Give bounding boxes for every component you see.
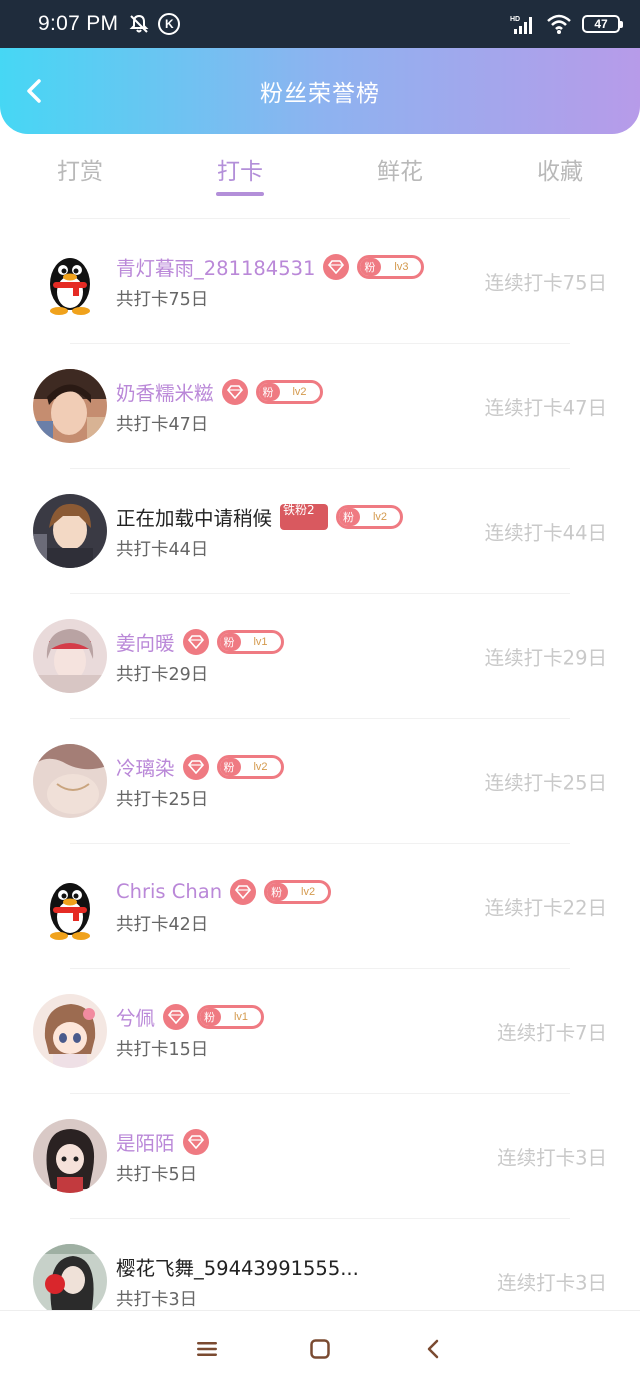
user-name[interactable]: 青灯暮雨_281184531 [116,252,315,281]
list-item[interactable]: 是陌陌 共打卡5日 连续打卡3日 [0,1094,640,1218]
total-checkin: 共打卡15日 [116,1039,209,1060]
fan-label: 粉 [339,507,361,526]
back-nav-button[interactable] [413,1329,453,1369]
diamond-icon [323,253,350,280]
menu-icon [196,1342,217,1356]
square-home-icon [310,1339,330,1359]
bell-muted-icon [128,13,150,35]
k-app-icon: K [158,13,181,35]
avatar[interactable] [33,369,107,443]
fan-level-badge: 粉 lv2 [264,879,332,904]
avatar[interactable] [33,869,107,943]
total-checkin: 共打卡5日 [116,1164,198,1185]
diamond-icon [230,878,257,905]
total-checkin: 共打卡3日 [116,1289,198,1310]
streak-count: 连续打卡25日 [484,771,607,795]
streak-count: 连续打卡7日 [497,1021,607,1045]
avatar[interactable] [33,1244,107,1318]
fan-level-badge: 粉 lv2 [216,754,284,779]
menu-button[interactable] [187,1329,227,1369]
fan-label: 粉 [219,757,241,776]
user-name[interactable]: Chris Chan [116,880,222,903]
fan-label: 粉 [258,382,280,401]
avatar[interactable] [33,494,107,568]
list-item[interactable]: 姜向暖 粉 lv1 共打卡29日 连续打卡29日 [0,594,640,718]
streak-count: 连续打卡44日 [484,521,607,545]
fan-ranking-list: 青灯暮雨_281184531 粉 lv3 共打卡75日 连续打卡75日 奶香糯米糍… [0,218,640,1343]
user-name[interactable]: 奶香糯米糍 [116,377,214,406]
avatar[interactable] [33,244,107,318]
diamond-icon [221,378,248,405]
signal-icon: HD [510,13,536,35]
page-title: 粉丝荣誉榜 [260,81,380,107]
list-item[interactable]: Chris Chan 粉 lv2 共打卡42日 连续打卡22日 [0,844,640,968]
diamond-icon [182,1128,209,1155]
streak-count: 连续打卡29日 [484,646,607,670]
fan-label: 粉 [360,257,382,276]
list-item[interactable]: 青灯暮雨_281184531 粉 lv3 共打卡75日 连续打卡75日 [0,219,640,343]
total-checkin: 共打卡47日 [116,414,209,435]
fan-level: lv1 [253,635,268,648]
diamond-icon [182,628,209,655]
back-arrow-icon [428,1339,439,1359]
diamond-icon [163,1003,190,1030]
wifi-icon [546,13,572,35]
fan-level-badge: 粉 lv1 [197,1004,265,1029]
total-checkin: 共打卡44日 [116,539,209,560]
tab-flowers[interactable]: 鲜花 [320,140,480,210]
user-name[interactable]: 姜向暖 [116,627,175,656]
user-name[interactable]: 樱花飞舞_59443991555... [116,1252,359,1281]
status-bar: 9:07 PM K HD 47 [0,0,640,48]
fan-label: 粉 [267,882,289,901]
network-type: HD [510,16,520,23]
total-checkin: 共打卡25日 [116,789,209,810]
avatar[interactable] [33,744,107,818]
streak-count: 连续打卡47日 [484,396,607,420]
user-name[interactable]: 冷璃染 [116,752,175,781]
home-button[interactable] [300,1329,340,1369]
system-nav-bar [0,1310,640,1387]
user-name[interactable]: 正在加载中请稍候 [116,502,272,531]
streak-count: 连续打卡3日 [497,1271,607,1295]
tab-reward[interactable]: 打赏 [0,140,160,210]
streak-count: 连续打卡75日 [484,271,607,295]
fan-label: 粉 [200,1007,222,1026]
fan-level-badge: 粉 lv3 [357,254,425,279]
tab-checkin[interactable]: 打卡 [160,140,320,210]
total-checkin: 共打卡29日 [116,664,209,685]
fan-level: lv1 [233,1010,249,1023]
total-checkin: 共打卡42日 [116,914,209,935]
fan-level: lv2 [253,760,268,773]
list-item[interactable]: 冷璃染 粉 lv2 共打卡25日 连续打卡25日 [0,719,640,843]
page-header: 粉丝荣誉榜 [0,48,640,134]
chevron-left-icon [27,79,41,103]
diamond-icon [182,753,209,780]
fan-level: lv3 [394,260,409,273]
fan-level: lv2 [301,885,316,898]
avatar[interactable] [33,619,107,693]
streak-count: 连续打卡3日 [497,1146,607,1170]
iron-fan-badge: 铁粉2 [280,503,329,530]
fan-level-badge: 粉 lv2 [255,379,323,404]
fan-level-badge: 粉 lv1 [216,629,284,654]
fan-level: lv2 [292,385,307,398]
user-name[interactable]: 是陌陌 [116,1127,175,1156]
battery-icon: 47 [582,15,623,33]
tab-bar: 打赏 打卡 鲜花 收藏 [0,140,640,210]
avatar[interactable] [33,994,107,1068]
back-button[interactable] [20,76,48,106]
avatar[interactable] [33,1119,107,1193]
fan-label: 粉 [219,632,241,651]
tab-favorites[interactable]: 收藏 [480,140,640,210]
total-checkin: 共打卡75日 [116,289,209,310]
list-item[interactable]: 奶香糯米糍 粉 lv2 共打卡47日 连续打卡47日 [0,344,640,468]
list-item[interactable]: 正在加载中请稍候 铁粉2 粉 lv2 共打卡44日 连续打卡44日 [0,469,640,593]
streak-count: 连续打卡22日 [484,896,607,920]
fan-level: lv2 [372,510,388,523]
fan-level-badge: 粉 lv2 [336,504,404,529]
user-name[interactable]: 兮佩 [116,1002,155,1031]
status-time: 9:07 PM [38,12,119,35]
list-item[interactable]: 兮佩 粉 lv1 共打卡15日 连续打卡7日 [0,969,640,1093]
